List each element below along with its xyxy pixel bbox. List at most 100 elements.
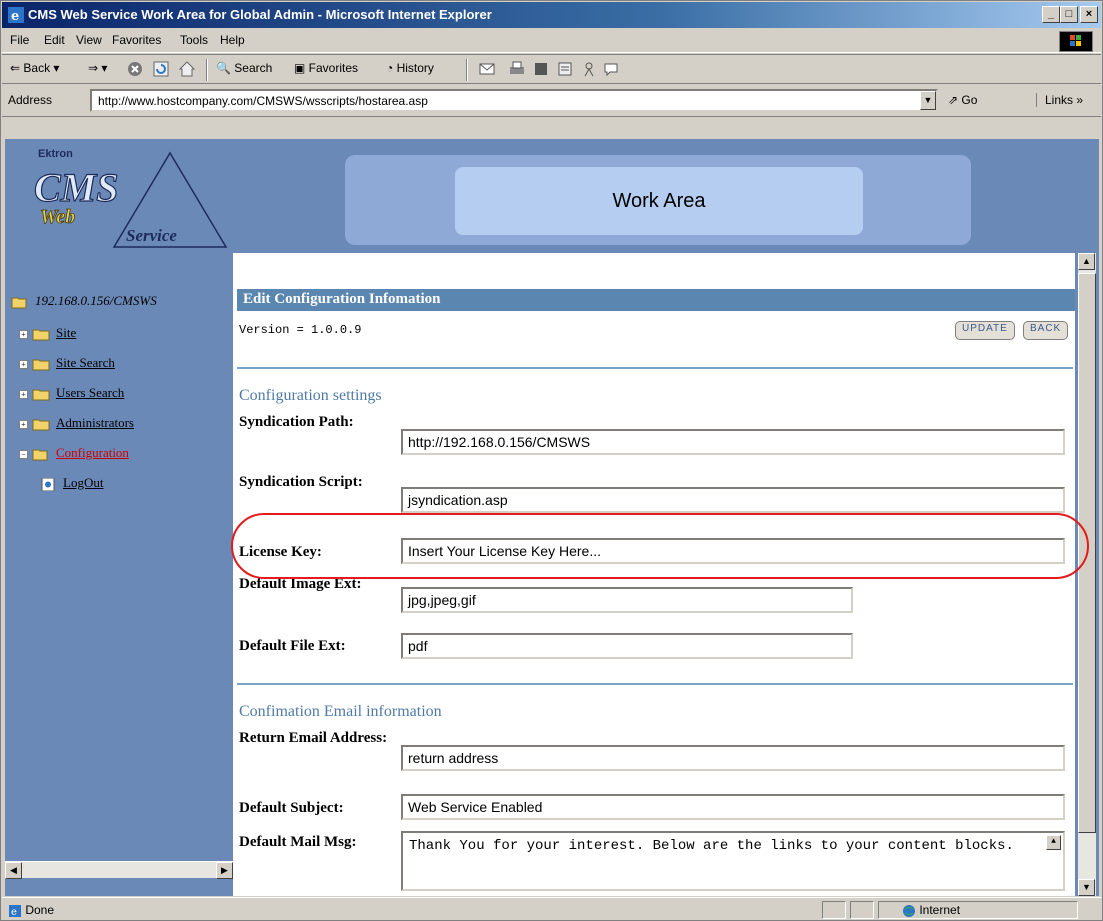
- page-vertical-scrollbar[interactable]: ▲ ▼: [1078, 253, 1096, 896]
- address-dropdown-icon[interactable]: ▼: [920, 91, 936, 110]
- logo-ektron-text: Ektron: [38, 148, 73, 160]
- back-button[interactable]: ⇐ Back ▾: [10, 61, 59, 75]
- menu-bar: File Edit View Favorites Tools Help: [2, 29, 1101, 53]
- tree-item-label[interactable]: Administrators: [56, 415, 134, 430]
- svg-text:e: e: [11, 907, 17, 918]
- expand-icon[interactable]: +: [19, 359, 28, 369]
- open-folder-icon: [32, 449, 48, 461]
- scroll-left-icon[interactable]: ◀: [5, 862, 22, 879]
- tree-item-label[interactable]: Site: [56, 325, 76, 340]
- go-label: Go: [961, 93, 978, 107]
- edit-icon[interactable]: [532, 60, 550, 78]
- address-input[interactable]: http://www.hostcompany.com/CMSWS/wsscrip…: [90, 89, 938, 112]
- tree-item-users-search[interactable]: + Users Search: [19, 385, 124, 401]
- refresh-icon[interactable]: [152, 60, 170, 78]
- return-email-input[interactable]: return address: [401, 745, 1065, 771]
- menu-help[interactable]: Help: [220, 33, 245, 47]
- discuss-icon[interactable]: [556, 60, 574, 78]
- tree-item-site[interactable]: + Site: [19, 325, 76, 341]
- tree-root[interactable]: 192.168.0.156/CMSWS: [11, 293, 157, 309]
- default-mail-msg-textarea[interactable]: Thank You for your interest. Below are t…: [401, 831, 1065, 891]
- menu-view[interactable]: View: [76, 33, 102, 47]
- collapse-icon[interactable]: −: [19, 449, 28, 459]
- stop-icon[interactable]: [126, 60, 144, 78]
- scroll-down-icon[interactable]: ▼: [1078, 879, 1095, 896]
- syndication-path-input[interactable]: http://192.168.0.156/CMSWS: [401, 429, 1065, 455]
- syndication-script-input[interactable]: jsyndication.asp: [401, 487, 1065, 513]
- default-file-ext-input[interactable]: pdf: [401, 633, 853, 659]
- internet-zone-label: Internet: [919, 903, 961, 917]
- open-folder-icon: [11, 297, 27, 309]
- tree-item-label[interactable]: LogOut: [63, 475, 103, 490]
- cms-web-service-logo: Ektron CMS Web Service: [33, 148, 228, 248]
- update-button[interactable]: UPDATE: [955, 321, 1015, 340]
- status-cell: [850, 901, 874, 919]
- scroll-right-icon[interactable]: ▶: [216, 862, 233, 879]
- search-button[interactable]: 🔍 Search: [216, 61, 272, 75]
- links-label: Links: [1045, 93, 1074, 107]
- home-icon[interactable]: [178, 60, 196, 78]
- menu-file[interactable]: File: [10, 33, 29, 47]
- scroll-up-icon[interactable]: ▲: [1078, 253, 1095, 270]
- tree-item-configuration[interactable]: − Configuration: [19, 445, 129, 461]
- folder-icon: [32, 329, 50, 341]
- work-area-title: Work Area: [455, 167, 863, 235]
- logout-page-icon: [41, 477, 55, 491]
- internet-zone: Internet: [902, 903, 960, 918]
- toolbar-separator: [466, 59, 468, 81]
- scroll-up-icon[interactable]: ▲: [1046, 835, 1061, 850]
- tree-item-label[interactable]: Site Search: [56, 355, 115, 370]
- messenger-icon[interactable]: [580, 60, 598, 78]
- toolbar-separator: [206, 59, 208, 81]
- menu-tools[interactable]: Tools: [180, 33, 208, 47]
- viewport-top-edge: [2, 118, 1101, 139]
- syndication-script-label: Syndication Script:: [239, 474, 363, 490]
- go-button[interactable]: ⇗ Go: [948, 93, 977, 107]
- tree-item-administrators[interactable]: + Administrators: [19, 415, 134, 431]
- menu-edit[interactable]: Edit: [44, 33, 65, 47]
- toolbar: ⇐ Back ▾ ⇒ ▾ 🔍 Search ▣ Favorites ◔ Hist…: [2, 54, 1101, 84]
- status-text: e Done: [8, 903, 54, 918]
- forward-button[interactable]: ⇒ ▾: [88, 61, 107, 75]
- expand-icon[interactable]: +: [19, 419, 28, 429]
- links-button[interactable]: Links »: [1036, 93, 1083, 107]
- close-button[interactable]: ×: [1080, 6, 1098, 23]
- tree-item-logout[interactable]: LogOut: [39, 475, 103, 491]
- expand-icon[interactable]: +: [19, 389, 28, 399]
- print-icon[interactable]: [508, 60, 526, 78]
- logo-cms-text: CMS: [34, 165, 119, 210]
- tree-root-label: 192.168.0.156/CMSWS: [35, 293, 157, 308]
- license-key-highlight: [231, 513, 1089, 579]
- menu-favorites[interactable]: Favorites: [112, 33, 161, 47]
- back-label: Back: [23, 61, 51, 75]
- divider: [237, 683, 1073, 685]
- favorites-label: Favorites: [308, 61, 359, 75]
- page-title: Edit Configuration Infomation: [237, 289, 1075, 311]
- title-bar: e CMS Web Service Work Area for Global A…: [2, 2, 1101, 28]
- minimize-button[interactable]: _: [1042, 6, 1060, 23]
- search-label: Search: [234, 61, 273, 75]
- folder-icon: [32, 359, 50, 371]
- tree-horizontal-scrollbar[interactable]: ◀ ▶: [5, 861, 233, 879]
- tree-item-label[interactable]: Configuration: [56, 445, 129, 460]
- globe-icon: [903, 904, 915, 917]
- return-email-label: Return Email Address:: [239, 730, 388, 746]
- maximize-button[interactable]: □: [1060, 6, 1078, 23]
- default-image-ext-input[interactable]: jpg,jpeg,gif: [401, 587, 853, 613]
- mail-icon[interactable]: [478, 60, 496, 78]
- svg-text:e: e: [11, 9, 19, 23]
- logo-service-text: Service: [126, 226, 177, 245]
- expand-icon[interactable]: +: [19, 329, 28, 339]
- status-label: Done: [25, 903, 55, 917]
- internet-explorer-icon: e: [8, 7, 24, 23]
- chat-icon[interactable]: [602, 60, 620, 78]
- browser-window: e CMS Web Service Work Area for Global A…: [0, 0, 1103, 921]
- default-file-ext-label: Default File Ext:: [239, 638, 346, 654]
- tree-item-label[interactable]: Users Search: [56, 385, 124, 400]
- tree-item-site-search[interactable]: + Site Search: [19, 355, 115, 371]
- email-section-title: Confimation Email information: [239, 703, 442, 720]
- back-button-form[interactable]: BACK: [1023, 321, 1069, 340]
- default-subject-input[interactable]: Web Service Enabled: [401, 794, 1065, 820]
- history-button[interactable]: ◔ History: [386, 61, 434, 75]
- favorites-button[interactable]: ▣ Favorites: [294, 61, 358, 75]
